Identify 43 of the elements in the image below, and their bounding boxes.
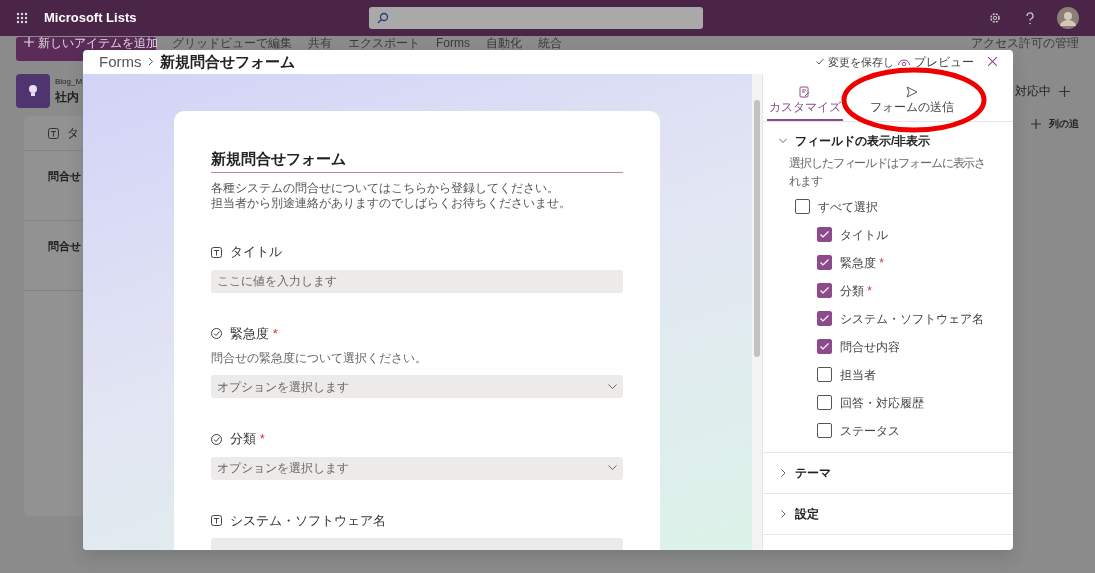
section-hint: 選択したフィールドはフォームに表示されます (788, 154, 987, 190)
column-header[interactable]: タ (67, 124, 79, 142)
field-label: 緊急度 * (230, 324, 278, 343)
field-label: システム・ソフトウェア名 (230, 511, 386, 530)
checkbox-label: 回答・対応履歴 (840, 394, 924, 412)
panel-tab[interactable]: カスタマイズ (767, 73, 843, 121)
field-label: タイトル (230, 243, 282, 262)
app-name: Microsoft Lists (44, 9, 137, 28)
checkbox-label: 担当者 (840, 366, 876, 384)
checkbox-label: タイトル (840, 226, 888, 244)
checkbox-label: すべて選択 (818, 198, 878, 216)
form-description: 担当者から別途連絡がありますのでしばらくお待ちくださいませ。 (211, 196, 572, 212)
dialog-title: 新規問合せフォーム (159, 51, 295, 72)
checkbox-label: 緊急度 * (840, 254, 884, 272)
checkbox-label: 問合せ内容 (840, 338, 900, 356)
form-title-field[interactable]: 新規問合せフォーム (211, 147, 623, 174)
preview-button[interactable]: プレビュー (898, 52, 974, 71)
toolbar-item[interactable]: Forms (436, 37, 470, 49)
dropdown[interactable]: オプションを選択します (211, 456, 623, 480)
toolbar-item[interactable]: アクセス許可の管理 (971, 37, 1079, 49)
input-field[interactable]: ここに値を入力します (211, 269, 623, 293)
field-label: 分類 * (230, 430, 265, 449)
field-help: 問合せの緊急度について選択ください。 (211, 350, 428, 368)
section-header[interactable]: フィールドの表示/非表示 (779, 131, 997, 150)
save-button[interactable]: 変更を保存し (816, 53, 894, 71)
checkbox-label: システム・ソフトウェア名 (840, 310, 984, 328)
toolbar-item[interactable]: 共有 (308, 37, 332, 49)
toolbar-item[interactable]: エクスポート (348, 37, 420, 49)
toolbar-item[interactable]: 統合 (538, 37, 562, 49)
checkbox-label: ステータス (840, 422, 900, 440)
dropdown[interactable]: オプションを選択します (211, 375, 623, 399)
form-description: 各種システムの問合せについてはこちらから登録してください。 (211, 181, 560, 197)
section-header[interactable]: 設定 (779, 504, 997, 523)
list-title: 社内 (55, 89, 80, 106)
row-title[interactable]: 問合せ (48, 170, 81, 182)
row-title[interactable]: 問合せ (48, 240, 81, 252)
toolbar-item[interactable]: グリッドビューで編集 (172, 37, 292, 49)
site-name: Blog_M (55, 76, 83, 88)
toolbar-item[interactable]: 自動化 (486, 37, 522, 49)
checkbox-label: 分類 * (840, 282, 872, 300)
add-column-button[interactable]: 列の追 (1049, 116, 1079, 131)
view-tab[interactable]: 対応中 (1015, 82, 1051, 100)
section-header[interactable]: テーマ (779, 463, 997, 482)
